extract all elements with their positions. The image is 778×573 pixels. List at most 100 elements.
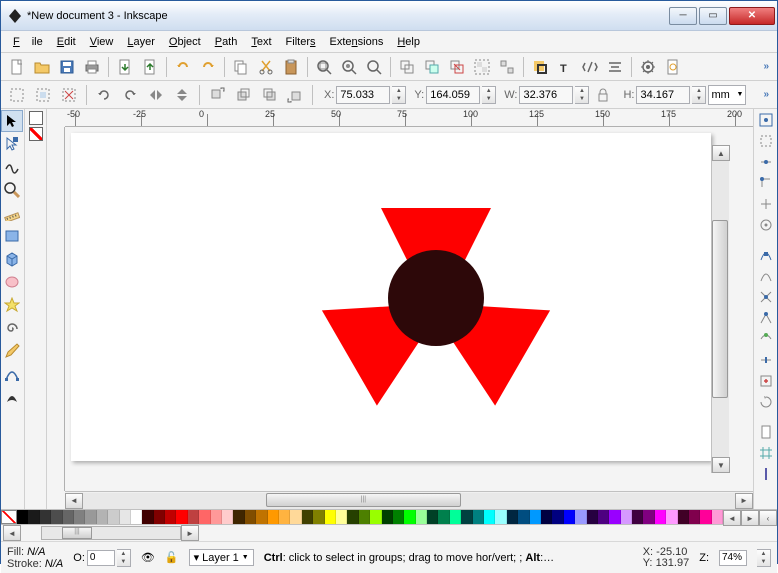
horizontal-scrollbar[interactable]: ◄ ||| ►	[65, 491, 753, 509]
swatch[interactable]	[165, 510, 176, 524]
snap-line-mid-button[interactable]	[756, 350, 776, 370]
swatch[interactable]	[382, 510, 393, 524]
palette-scroll-right[interactable]: ►	[741, 510, 759, 526]
swatch[interactable]	[188, 510, 199, 524]
snap-guide-button[interactable]	[756, 464, 776, 484]
swatch[interactable]	[85, 510, 96, 524]
h-input[interactable]	[636, 86, 690, 104]
swatch[interactable]	[404, 510, 415, 524]
w-spinner[interactable]: ▲▼	[575, 86, 589, 104]
undo-button[interactable]	[171, 55, 195, 79]
spiral-tool[interactable]	[1, 317, 23, 339]
ungroup-button[interactable]	[495, 55, 519, 79]
unlink-clone-button[interactable]	[445, 55, 469, 79]
raise-button[interactable]	[231, 83, 255, 107]
swatch[interactable]	[63, 510, 74, 524]
menu-file[interactable]: File	[7, 34, 49, 50]
vertical-scrollbar[interactable]: ▲ ▼	[711, 145, 729, 473]
copy-button[interactable]	[229, 55, 253, 79]
text-button[interactable]: T	[553, 55, 577, 79]
node-tool[interactable]	[1, 133, 23, 155]
swatch[interactable]	[587, 510, 598, 524]
fill-stroke-button[interactable]	[528, 55, 552, 79]
calligraphy-tool[interactable]	[1, 386, 23, 408]
import-button[interactable]	[113, 55, 137, 79]
swatch[interactable]	[370, 510, 381, 524]
swatch[interactable]	[347, 510, 358, 524]
pal-scroll-right[interactable]: ►	[181, 525, 199, 541]
swatch[interactable]	[131, 510, 142, 524]
snap-cusp-button[interactable]	[756, 308, 776, 328]
swatch[interactable]	[154, 510, 165, 524]
ruler-horizontal[interactable]: -50-250255075100125150175200	[65, 109, 753, 127]
y-input[interactable]	[426, 86, 480, 104]
lock-icon[interactable]: 🔓	[165, 551, 179, 564]
snap-rotation-button[interactable]	[756, 392, 776, 412]
swatch[interactable]	[256, 510, 267, 524]
swatch[interactable]	[575, 510, 586, 524]
canvas[interactable]: ▲ ▼	[65, 127, 753, 491]
snap-edge-button[interactable]	[756, 152, 776, 172]
flip-h-button[interactable]	[144, 83, 168, 107]
swatch[interactable]	[359, 510, 370, 524]
flip-v-button[interactable]	[170, 83, 194, 107]
maximize-button[interactable]: ▭	[699, 7, 727, 25]
aux-box-2[interactable]	[29, 127, 43, 141]
rotate-cw-button[interactable]	[118, 83, 142, 107]
swatch[interactable]	[233, 510, 244, 524]
redo-button[interactable]	[196, 55, 220, 79]
swatch[interactable]	[245, 510, 256, 524]
visibility-icon[interactable]: 👁	[141, 551, 155, 564]
snap-smooth-button[interactable]	[756, 329, 776, 349]
snap-midpoint-button[interactable]	[756, 194, 776, 214]
swatch[interactable]	[461, 510, 472, 524]
menu-edit[interactable]: Edit	[51, 34, 82, 50]
zoom-page-button[interactable]	[362, 55, 386, 79]
swatch-none[interactable]	[1, 510, 17, 524]
paste-button[interactable]	[279, 55, 303, 79]
swatch[interactable]	[97, 510, 108, 524]
snap-intersection-button[interactable]	[756, 287, 776, 307]
zoom-tool[interactable]	[1, 179, 23, 201]
snap-node-button[interactable]	[756, 245, 776, 265]
snap-page-button[interactable]	[756, 422, 776, 442]
swatch[interactable]	[325, 510, 336, 524]
preferences-button[interactable]	[636, 55, 660, 79]
menu-extensions[interactable]: Extensions	[324, 34, 390, 50]
save-button[interactable]	[55, 55, 79, 79]
deselect-button[interactable]	[57, 83, 81, 107]
swatch[interactable]	[530, 510, 541, 524]
toolbar-overflow-icon[interactable]: »	[759, 61, 773, 72]
rect-tool[interactable]	[1, 225, 23, 247]
select-layer-button[interactable]	[31, 83, 55, 107]
minimize-button[interactable]: ─	[669, 7, 697, 25]
box3d-tool[interactable]	[1, 248, 23, 270]
swatch[interactable]	[598, 510, 609, 524]
swatch[interactable]	[176, 510, 187, 524]
clone-button[interactable]	[420, 55, 444, 79]
swatch[interactable]	[17, 510, 28, 524]
raise-top-button[interactable]	[205, 83, 229, 107]
swatch[interactable]	[51, 510, 62, 524]
snap-path-button[interactable]	[756, 266, 776, 286]
snap-center-button[interactable]	[756, 215, 776, 235]
w-input[interactable]	[519, 86, 573, 104]
aux-box-1[interactable]	[29, 111, 43, 125]
align-button[interactable]	[603, 55, 627, 79]
menu-filters[interactable]: Filters	[280, 34, 322, 50]
zoom-drawing-button[interactable]	[337, 55, 361, 79]
duplicate-button[interactable]	[395, 55, 419, 79]
menu-layer[interactable]: Layer	[121, 34, 161, 50]
unit-select[interactable]: mm▼	[708, 85, 746, 105]
snap-object-center-button[interactable]	[756, 371, 776, 391]
pal-scroll-track[interactable]: |||	[41, 526, 181, 540]
swatch[interactable]	[678, 510, 689, 524]
swatch[interactable]	[393, 510, 404, 524]
swatch[interactable]	[495, 510, 506, 524]
group-button[interactable]	[470, 55, 494, 79]
swatch[interactable]	[336, 510, 347, 524]
snap-enable-button[interactable]	[756, 110, 776, 130]
swatch[interactable]	[643, 510, 654, 524]
swatch[interactable]	[689, 510, 700, 524]
opacity-input[interactable]	[87, 550, 115, 566]
